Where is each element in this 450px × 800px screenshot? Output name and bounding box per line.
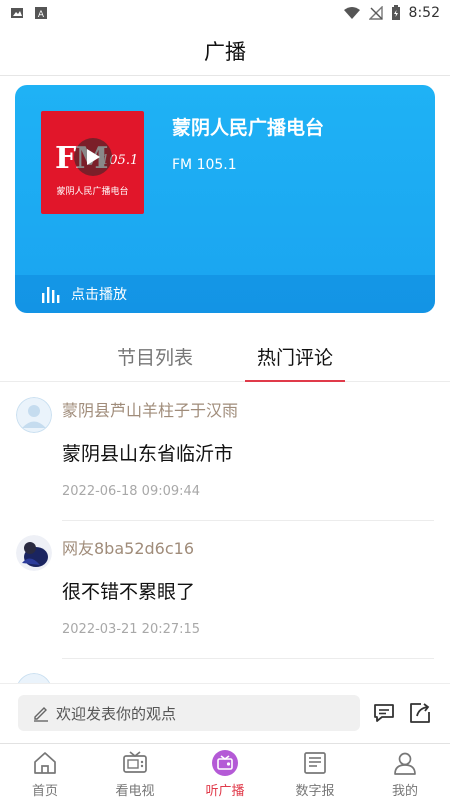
comment-text: 很不错不累眼了 [62, 581, 196, 603]
status-time: 8:52 [408, 5, 440, 21]
pencil-icon [34, 707, 48, 722]
avatar[interactable] [16, 535, 52, 571]
comment-username[interactable]: 蒙阴县芦山羊柱子于汉雨 [62, 397, 238, 421]
station-logo[interactable]: FM 105.1 蒙阴人民广播电台 [41, 111, 144, 214]
tv-icon [121, 749, 149, 777]
bottom-nav: 首页 看电视 听广播 数字报 我的 [0, 743, 450, 800]
tab-program-list[interactable]: 节目列表 [95, 330, 215, 382]
nav-label: 看电视 [115, 784, 155, 799]
title-bar: 广播 [0, 26, 450, 76]
logo-subtitle: 蒙阴人民广播电台 [56, 187, 129, 197]
nav-radio[interactable]: 听广播 [180, 744, 270, 800]
text-notification-icon: A [35, 7, 47, 20]
no-signal-icon [368, 6, 383, 20]
play-icon [87, 149, 100, 165]
svg-text:A: A [38, 10, 45, 20]
station-frequency: FM 105.1 [172, 157, 237, 173]
comments-icon[interactable] [372, 701, 396, 725]
comment-item-partial [0, 659, 450, 683]
radio-icon [211, 749, 239, 777]
comment-username[interactable]: 网友8ba52d6c16 [62, 535, 194, 559]
default-avatar-icon [16, 397, 52, 433]
share-icon[interactable] [408, 701, 432, 725]
comment-time: 2022-06-18 09:09:44 [62, 484, 201, 499]
avatar[interactable] [16, 397, 52, 433]
comment-item: 蒙阴县芦山羊柱子于汉雨 蒙阴县山东省临沂市 2022-06-18 09:09:4… [0, 383, 450, 521]
nav-tv[interactable]: 看电视 [90, 744, 180, 800]
default-avatar-icon [17, 673, 51, 683]
click-to-play-label: 点击播放 [71, 287, 127, 303]
station-name: 蒙阴人民广播电台 [172, 117, 325, 139]
tab-hot-comments[interactable]: 热门评论 [245, 330, 345, 382]
comment-text: 蒙阴县山东省临沂市 [62, 443, 234, 465]
radio-station-card[interactable]: FM 105.1 蒙阴人民广播电台 蒙阴人民广播电台 FM 105.1 点击播放 [15, 85, 435, 313]
nav-home[interactable]: 首页 [0, 744, 90, 800]
click-to-play-bar[interactable]: 点击播放 [15, 275, 435, 313]
nav-label: 首页 [31, 784, 58, 799]
battery-icon [391, 5, 400, 20]
nav-label: 数字报 [295, 784, 335, 799]
image-notification-icon [11, 8, 23, 18]
nav-digital-paper[interactable]: 数字报 [270, 744, 360, 800]
nav-mine[interactable]: 我的 [360, 744, 450, 800]
comment-placeholder: 欢迎发表你的观点 [56, 704, 177, 723]
comment-time: 2022-03-21 20:27:15 [62, 622, 201, 637]
wifi-icon [343, 7, 360, 19]
status-bar: A 8:52 [0, 0, 450, 26]
comment-input-bar: 欢迎发表你的观点 [0, 683, 450, 743]
user-icon [391, 749, 419, 777]
play-button[interactable] [74, 138, 112, 176]
user-photo-avatar [16, 535, 52, 571]
nav-label: 听广播 [205, 784, 245, 799]
audio-bars-icon [42, 287, 60, 303]
comment-list: 蒙阴县芦山羊柱子于汉雨 蒙阴县山东省临沂市 2022-06-18 09:09:4… [0, 383, 450, 683]
comment-input[interactable]: 欢迎发表你的观点 [18, 695, 360, 731]
page-title: 广播 [204, 39, 246, 64]
nav-label: 我的 [391, 784, 418, 799]
comment-item: 网友8ba52d6c16 很不错不累眼了 2022-03-21 20:27:15 [0, 521, 450, 659]
avatar[interactable] [16, 673, 52, 683]
newspaper-icon [301, 749, 329, 777]
content-tabs: 节目列表 热门评论 [0, 330, 450, 382]
home-icon [31, 749, 59, 777]
